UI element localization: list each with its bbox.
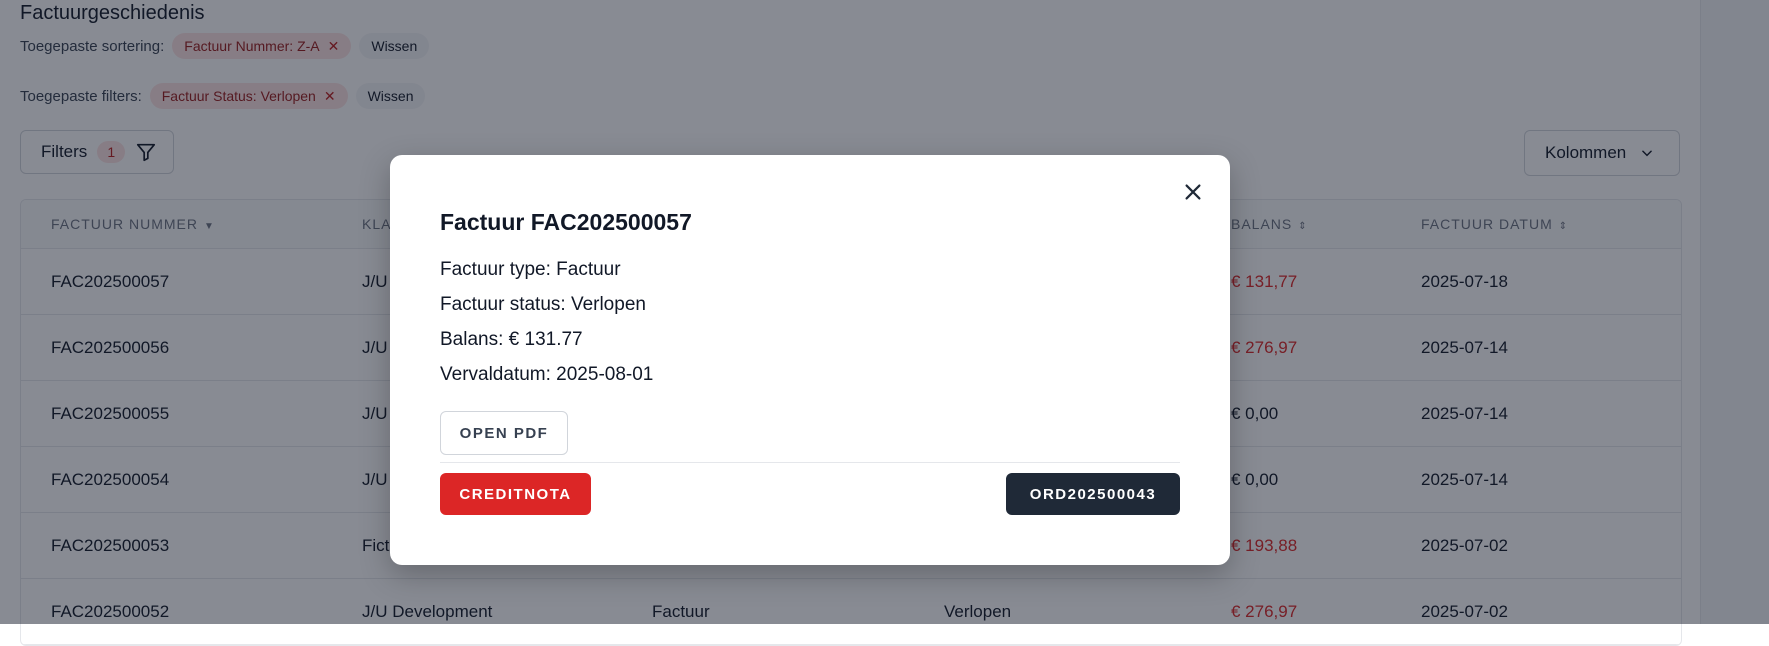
invoice-modal: Factuur FAC202500057 Factuur type: Factu… [390,155,1230,565]
close-icon[interactable] [1178,177,1208,207]
detail-invoice-type: Factuur type: Factuur [440,259,621,280]
modal-title: Factuur FAC202500057 [440,209,692,235]
open-pdf-button[interactable]: OPEN PDF [440,411,568,455]
detail-balance: Balans: € 131.77 [440,329,583,350]
order-button[interactable]: ORD202500043 [1006,473,1180,515]
divider [440,462,1180,463]
detail-due-date: Vervaldatum: 2025-08-01 [440,364,654,385]
detail-invoice-status: Factuur status: Verlopen [440,294,646,315]
creditnota-button[interactable]: CREDITNOTA [440,473,591,515]
